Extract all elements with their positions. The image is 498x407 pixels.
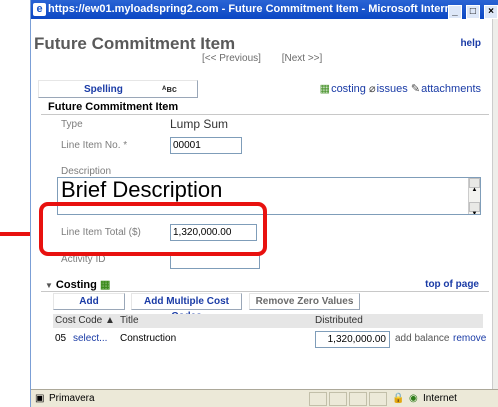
row-title: Construction bbox=[120, 333, 177, 344]
zone-text: Internet bbox=[423, 393, 457, 404]
line-item-no-input[interactable]: 00001 bbox=[170, 137, 242, 154]
remove-zero-values-button[interactable]: Remove Zero Values bbox=[249, 293, 360, 310]
description-text: Brief Description bbox=[61, 177, 223, 202]
type-value: Lump Sum bbox=[170, 117, 229, 131]
status-cell bbox=[309, 392, 327, 406]
costing-header[interactable]: ▼ Costing ▦ bbox=[45, 278, 110, 291]
costing-section-icon: ▦ bbox=[99, 279, 111, 291]
status-page-icon: ▣ bbox=[35, 393, 45, 404]
page-title: Future Commitment Item bbox=[34, 34, 236, 53]
column-title[interactable]: Title bbox=[120, 314, 139, 328]
cost-grid-header: Cost Code ▲ Title Distributed bbox=[53, 314, 483, 328]
cost-code-value: 05 bbox=[55, 333, 67, 344]
column-distributed[interactable]: Distributed bbox=[315, 314, 363, 328]
globe-icon: ◉ bbox=[409, 393, 418, 404]
top-of-page-link[interactable]: top of page bbox=[425, 279, 479, 290]
next-link[interactable]: [Next >>] bbox=[282, 53, 323, 64]
add-balance-link[interactable]: add balance bbox=[395, 330, 450, 348]
maximize-button[interactable]: □ bbox=[465, 5, 480, 19]
table-row: 05 select... Construction 1,320,000.00 a… bbox=[53, 330, 486, 348]
issues-link[interactable]: issues bbox=[377, 83, 408, 95]
section-header: Future Commitment Item bbox=[48, 101, 179, 113]
divider bbox=[41, 291, 489, 292]
ie-logo-icon: e bbox=[33, 3, 46, 16]
status-bar: ▣ Primavera 🔒 ◉ Internet bbox=[31, 389, 498, 407]
lock-icon: 🔒 bbox=[392, 393, 405, 404]
help-link[interactable]: help bbox=[460, 38, 481, 49]
spelling-button[interactable]: Spelling ᴬʙᴄ bbox=[38, 80, 198, 98]
status-text: Primavera bbox=[49, 393, 95, 404]
distributed-input[interactable]: 1,320,000.00 bbox=[315, 331, 390, 348]
line-item-no-label: Line Item No. * bbox=[61, 140, 128, 151]
pencil-icon: ✎ bbox=[410, 83, 421, 95]
divider bbox=[41, 114, 489, 115]
window-controls: _ □ × bbox=[447, 2, 498, 19]
costing-link[interactable]: costing bbox=[331, 83, 366, 95]
status-cell bbox=[349, 392, 367, 406]
costing-icon: ▦ bbox=[319, 83, 331, 95]
scroll-down-icon[interactable]: ▼ bbox=[469, 202, 480, 214]
add-multiple-cost-codes-button[interactable]: Add Multiple Cost Codes bbox=[131, 293, 242, 322]
type-label: Type bbox=[61, 119, 83, 130]
toolbar-links: ▦costing ⌀issues ✎attachments bbox=[320, 82, 481, 95]
title-bar: e https://ew01.myloadspring2.com - Futur… bbox=[31, 0, 498, 19]
window-title: https://ew01.myloadspring2.com - Future … bbox=[48, 3, 456, 15]
spellcheck-icon: ᴬʙᴄ bbox=[162, 84, 177, 94]
collapse-triangle-icon[interactable]: ▼ bbox=[45, 281, 53, 290]
close-button[interactable]: × bbox=[484, 5, 498, 19]
remove-link[interactable]: remove bbox=[453, 330, 486, 348]
attachments-link[interactable]: attachments bbox=[421, 83, 481, 95]
minimize-button[interactable]: _ bbox=[447, 5, 462, 19]
costing-title: Costing bbox=[55, 279, 97, 291]
spelling-label: Spelling bbox=[84, 84, 123, 95]
status-cell bbox=[329, 392, 347, 406]
description-scrollbar[interactable]: ▲ ▼ bbox=[468, 178, 480, 214]
previous-link[interactable]: [<< Previous] bbox=[202, 53, 261, 64]
description-label: Description bbox=[61, 166, 112, 177]
paperclip-icon: ⌀ bbox=[368, 83, 376, 95]
record-navigation: [<< Previous] [Next >>] bbox=[202, 53, 340, 64]
scroll-up-icon[interactable]: ▲ bbox=[469, 178, 480, 193]
status-cell bbox=[369, 392, 387, 406]
column-cost-code[interactable]: Cost Code ▲ bbox=[55, 314, 115, 328]
browser-window: e https://ew01.myloadspring2.com - Futur… bbox=[30, 0, 498, 407]
page-scrollbar[interactable] bbox=[492, 19, 498, 389]
add-button[interactable]: Add bbox=[53, 293, 125, 310]
select-cost-code-link[interactable]: select... bbox=[73, 330, 107, 348]
page-content: Future Commitment Item help [<< Previous… bbox=[31, 19, 493, 389]
callout-highlight-box bbox=[39, 202, 267, 256]
